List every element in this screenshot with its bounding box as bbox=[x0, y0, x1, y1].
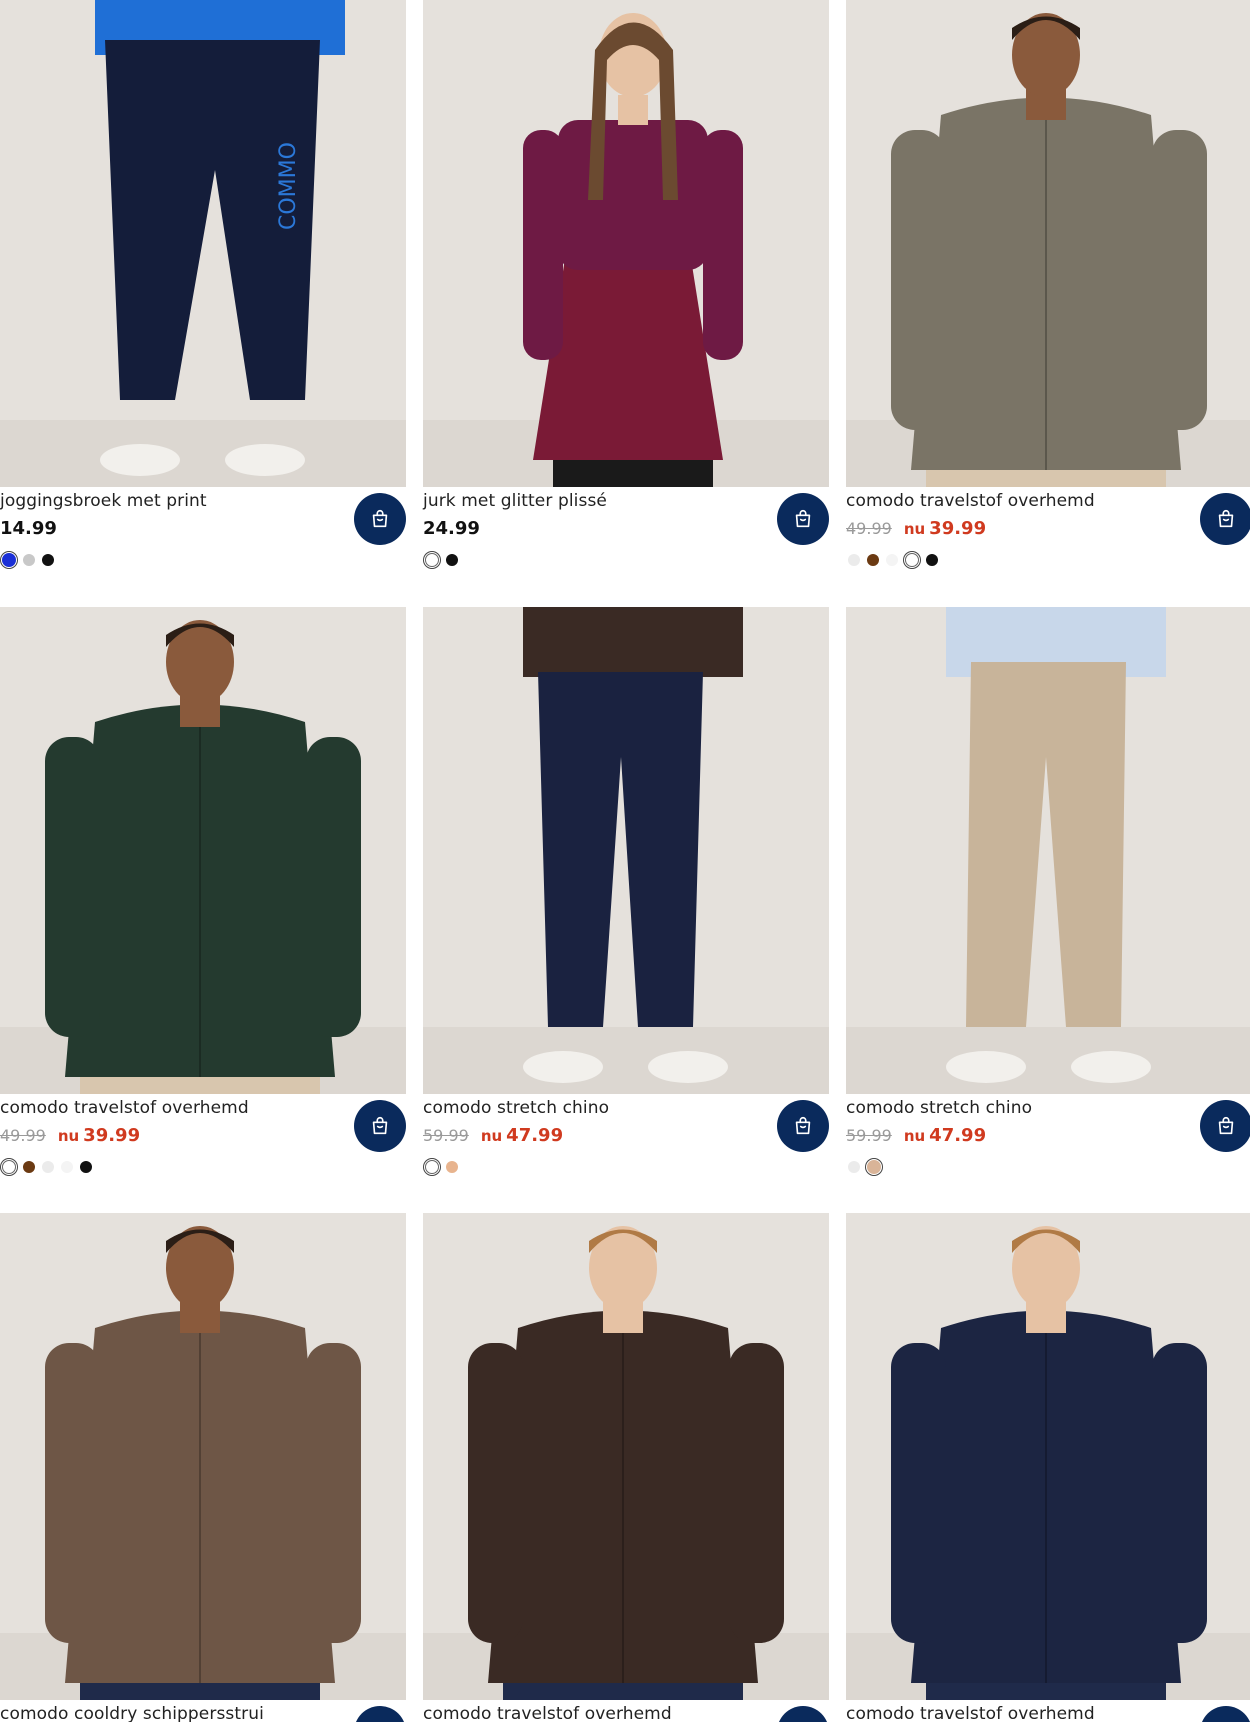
product-title[interactable]: comodo stretch chino bbox=[423, 1098, 609, 1118]
color-swatches bbox=[2, 553, 54, 567]
price: 14.99 bbox=[0, 518, 57, 539]
color-swatch[interactable] bbox=[848, 1161, 860, 1173]
color-swatch[interactable] bbox=[23, 1161, 35, 1173]
product-card[interactable]: comodo stretch chino 59.99 nu 47.99 bbox=[846, 607, 1250, 1197]
sale-price: 47.99 bbox=[929, 1125, 987, 1146]
product-title[interactable]: jurk met glitter plissé bbox=[423, 491, 607, 511]
shopping-bag-icon bbox=[792, 508, 814, 530]
color-swatches bbox=[848, 1160, 881, 1174]
add-to-cart-button[interactable] bbox=[777, 1100, 829, 1152]
product-image[interactable]: COMMO bbox=[0, 0, 406, 487]
add-to-cart-button[interactable] bbox=[1200, 493, 1250, 545]
color-swatch[interactable] bbox=[2, 553, 16, 567]
product-image[interactable] bbox=[0, 607, 406, 1094]
add-to-cart-button[interactable] bbox=[777, 493, 829, 545]
sale-price: 39.99 bbox=[929, 518, 987, 539]
price: 24.99 bbox=[423, 518, 480, 539]
color-swatch[interactable] bbox=[446, 1161, 458, 1173]
old-price: 49.99 bbox=[0, 1126, 46, 1145]
color-swatch[interactable] bbox=[42, 554, 54, 566]
shopping-bag-icon bbox=[369, 508, 391, 530]
add-to-cart-button[interactable] bbox=[354, 1706, 406, 1722]
product-image[interactable] bbox=[846, 607, 1250, 1094]
product-card[interactable]: comodo stretch chino 59.99 nu 47.99 bbox=[423, 607, 829, 1197]
old-price: 59.99 bbox=[846, 1126, 892, 1145]
product-image[interactable] bbox=[0, 1213, 406, 1700]
product-card[interactable]: comodo travelstof overhemd 49.99 nu 39.99 bbox=[846, 0, 1250, 590]
product-image[interactable] bbox=[423, 0, 829, 487]
color-swatch[interactable] bbox=[425, 553, 439, 567]
product-card[interactable]: comodo travelstof overhemd bbox=[423, 1213, 829, 1722]
color-swatch[interactable] bbox=[926, 554, 938, 566]
price-row: 24.99 bbox=[423, 518, 480, 539]
product-title[interactable]: comodo travelstof overhemd bbox=[846, 491, 1095, 511]
price-row: 49.99 nu 39.99 bbox=[846, 518, 986, 539]
old-price: 59.99 bbox=[423, 1126, 469, 1145]
color-swatches bbox=[2, 1160, 92, 1174]
product-image[interactable] bbox=[423, 607, 829, 1094]
product-title[interactable]: comodo travelstof overhemd bbox=[0, 1098, 249, 1118]
sale-label: nu bbox=[903, 520, 926, 538]
sale-label: nu bbox=[903, 1127, 926, 1145]
product-title[interactable]: comodo travelstof overhemd bbox=[846, 1704, 1095, 1722]
product-card[interactable]: jurk met glitter plissé 24.99 bbox=[423, 0, 829, 590]
color-swatches bbox=[425, 553, 458, 567]
color-swatch[interactable] bbox=[867, 1160, 881, 1174]
color-swatch[interactable] bbox=[905, 553, 919, 567]
product-title[interactable]: comodo cooldry schippersstrui bbox=[0, 1704, 264, 1722]
shopping-bag-icon bbox=[369, 1115, 391, 1137]
svg-text:COMMO: COMMO bbox=[276, 142, 301, 230]
color-swatch[interactable] bbox=[446, 554, 458, 566]
product-card[interactable]: comodo travelstof overhemd 49.99 nu 39.99 bbox=[0, 607, 406, 1197]
color-swatch[interactable] bbox=[42, 1161, 54, 1173]
product-title[interactable]: joggingsbroek met print bbox=[0, 491, 207, 511]
add-to-cart-button[interactable] bbox=[1200, 1706, 1250, 1722]
color-swatch[interactable] bbox=[867, 554, 879, 566]
add-to-cart-button[interactable] bbox=[777, 1706, 829, 1722]
product-card[interactable]: comodo travelstof overhemd bbox=[846, 1213, 1250, 1722]
add-to-cart-button[interactable] bbox=[1200, 1100, 1250, 1152]
product-card[interactable]: COMMO joggingsbroek met print 14.99 bbox=[0, 0, 406, 590]
add-to-cart-button[interactable] bbox=[354, 1100, 406, 1152]
color-swatch[interactable] bbox=[80, 1161, 92, 1173]
price-row: 59.99 nu 47.99 bbox=[846, 1125, 986, 1146]
shopping-bag-icon bbox=[1215, 508, 1237, 530]
color-swatches bbox=[848, 553, 938, 567]
color-swatch[interactable] bbox=[2, 1160, 16, 1174]
color-swatch[interactable] bbox=[23, 554, 35, 566]
color-swatches bbox=[425, 1160, 458, 1174]
color-swatch[interactable] bbox=[61, 1161, 73, 1173]
color-swatch[interactable] bbox=[848, 554, 860, 566]
price-row: 49.99 nu 39.99 bbox=[0, 1125, 140, 1146]
sale-label: nu bbox=[480, 1127, 503, 1145]
sale-price: 47.99 bbox=[506, 1125, 564, 1146]
product-image[interactable] bbox=[846, 1213, 1250, 1700]
product-title[interactable]: comodo stretch chino bbox=[846, 1098, 1032, 1118]
color-swatch[interactable] bbox=[425, 1160, 439, 1174]
color-swatch[interactable] bbox=[886, 554, 898, 566]
price-row: 14.99 bbox=[0, 518, 57, 539]
sale-label: nu bbox=[57, 1127, 80, 1145]
shopping-bag-icon bbox=[792, 1115, 814, 1137]
sale-price: 39.99 bbox=[83, 1125, 141, 1146]
product-image[interactable] bbox=[846, 0, 1250, 487]
product-title[interactable]: comodo travelstof overhemd bbox=[423, 1704, 672, 1722]
product-card[interactable]: comodo cooldry schippersstrui bbox=[0, 1213, 406, 1722]
old-price: 49.99 bbox=[846, 519, 892, 538]
product-image[interactable] bbox=[423, 1213, 829, 1700]
price-row: 59.99 nu 47.99 bbox=[423, 1125, 563, 1146]
shopping-bag-icon bbox=[1215, 1115, 1237, 1137]
add-to-cart-button[interactable] bbox=[354, 493, 406, 545]
